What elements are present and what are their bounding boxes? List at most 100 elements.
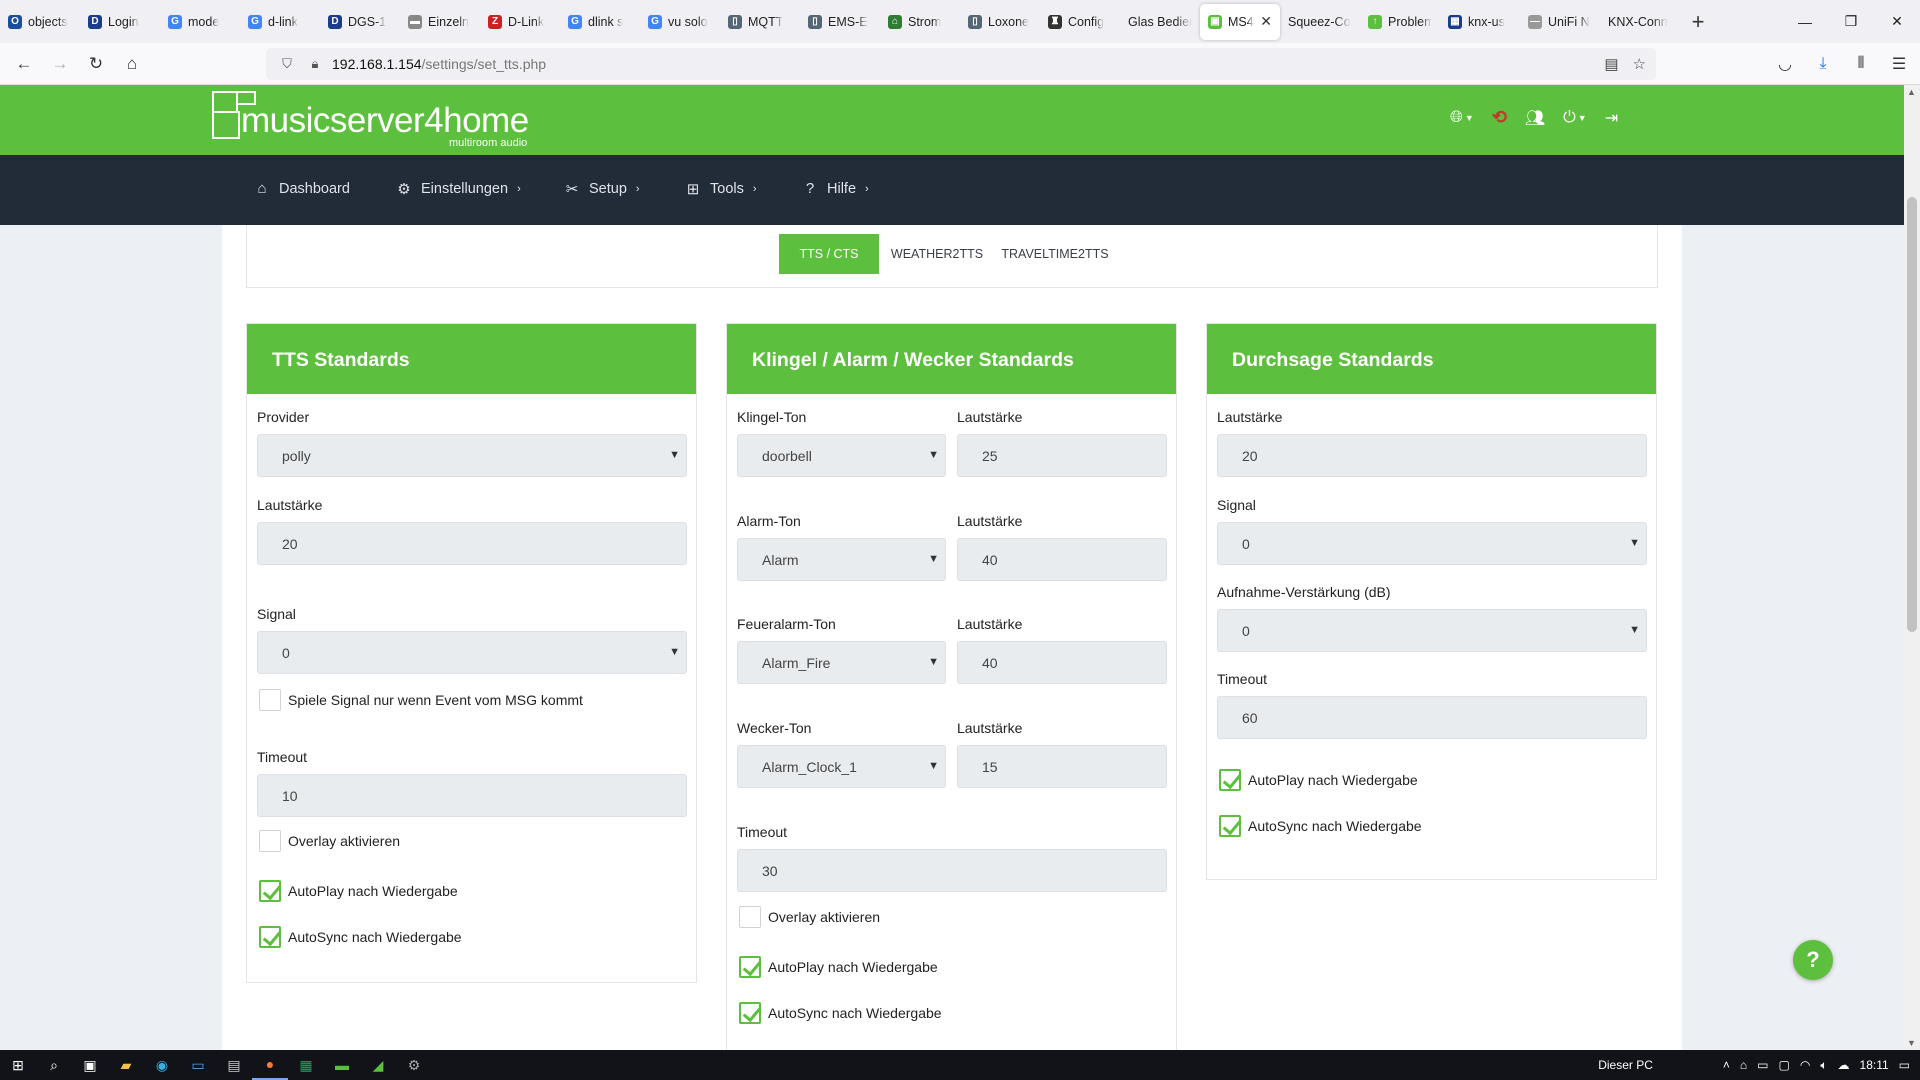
autoplay-checkbox[interactable]: AutoPlay nach Wiedergabe: [739, 956, 938, 978]
browser-tab[interactable]: Gmode: [160, 0, 240, 43]
browser-tab[interactable]: D Login: [80, 0, 160, 43]
forward-icon[interactable]: →: [42, 46, 78, 82]
pocket-icon[interactable]: ◡: [1772, 46, 1798, 82]
browser-tab[interactable]: Squeez-Co: [1280, 0, 1360, 43]
browser-tab[interactable]: Gdlink s: [560, 0, 640, 43]
checkbox-box[interactable]: [259, 830, 281, 852]
clock-alarm-select[interactable]: Alarm_Clock_1 ▼: [737, 745, 946, 788]
checkbox-box[interactable]: [739, 906, 761, 928]
wifi-icon[interactable]: ◠: [1800, 1058, 1810, 1072]
green-app-2-icon[interactable]: ◢: [360, 1050, 396, 1080]
doorbell-select[interactable]: doorbell ▼: [737, 434, 946, 477]
logout-icon[interactable]: ⇥: [1605, 108, 1618, 128]
clock-alarm-volume-input[interactable]: 15: [957, 745, 1167, 788]
announce-signal-select[interactable]: 0 ▼: [1217, 522, 1647, 565]
search-icon[interactable]: ⌕: [36, 1050, 72, 1080]
browser-tab[interactable]: ▣ MS4 ✕: [1200, 3, 1280, 40]
minimize-icon[interactable]: —: [1782, 0, 1828, 43]
browser-tab[interactable]: ▬ Einzeln: [400, 0, 480, 43]
power-icon[interactable]: ⏻ ▼: [1563, 109, 1587, 127]
menu-hilfe[interactable]: ? Hilfe ›: [802, 180, 869, 197]
url-bar[interactable]: ⛉ 🔒︎ 192.168.1.154/settings/set_tts.php …: [266, 48, 1656, 80]
restore-icon[interactable]: ❐: [1828, 0, 1874, 43]
checkbox-box[interactable]: [259, 880, 281, 902]
autoplay-checkbox[interactable]: AutoPlay nach Wiedergabe: [259, 880, 458, 902]
doorbell-volume-input[interactable]: 25: [957, 434, 1167, 477]
tab-tts-cts[interactable]: TTS / CTS: [779, 234, 879, 274]
gain-select[interactable]: 0 ▼: [1217, 609, 1647, 652]
alarm-select[interactable]: Alarm ▼: [737, 538, 946, 581]
windows-start-icon[interactable]: ⊞: [0, 1050, 36, 1080]
scroll-up-icon[interactable]: ▲: [1907, 87, 1916, 97]
alarm-timeout-input[interactable]: 30: [737, 849, 1167, 892]
menu-tools[interactable]: ⊞ Tools ›: [685, 180, 757, 198]
notifications-icon[interactable]: ▭: [1899, 1058, 1910, 1072]
close-window-icon[interactable]: ✕: [1874, 0, 1920, 43]
excel-icon[interactable]: ▦: [288, 1050, 324, 1080]
tts-volume-input[interactable]: 20: [257, 522, 687, 565]
menu-einstellungen[interactable]: ⚙ Einstellungen ›: [396, 180, 520, 198]
firefox-icon[interactable]: ●: [252, 1050, 288, 1080]
browser-tab[interactable]: ⌂ Strom: [880, 0, 960, 43]
scroll-down-icon[interactable]: ▼: [1907, 1038, 1916, 1048]
back-icon[interactable]: ←: [6, 46, 42, 82]
lock-icon[interactable]: 🔒︎: [304, 56, 326, 72]
overlay-checkbox[interactable]: Overlay aktivieren: [259, 830, 400, 852]
scrollbar-thumb[interactable]: [1907, 197, 1917, 632]
remote-desktop-icon[interactable]: ▭: [180, 1050, 216, 1080]
browser-tab[interactable]: D DGS-1: [320, 0, 400, 43]
task-view-icon[interactable]: ▣: [72, 1050, 108, 1080]
checkbox-box[interactable]: [1219, 815, 1241, 837]
browser-tab[interactable]: ▦ knx-us: [1440, 0, 1520, 43]
app-menu-icon[interactable]: ☰: [1886, 46, 1912, 82]
shield-icon[interactable]: ⛉: [276, 56, 298, 72]
browser-tab[interactable]: ▯ Loxone: [960, 0, 1040, 43]
browser-tab[interactable]: Glas Bedien: [1120, 0, 1200, 43]
browser-tab[interactable]: Gd-link: [240, 0, 320, 43]
browser-tab[interactable]: ▯ EMS-E: [800, 0, 880, 43]
checkbox-box[interactable]: [1219, 769, 1241, 791]
battery-icon[interactable]: ▭: [1757, 1058, 1768, 1072]
checkbox-box[interactable]: [259, 689, 281, 711]
tab-traveltime2tts[interactable]: TRAVELTIME2TTS: [995, 234, 1115, 274]
clock-time[interactable]: 18:11: [1860, 1058, 1889, 1072]
taskbar-location[interactable]: Dieser PC: [1598, 1058, 1653, 1072]
green-app-icon[interactable]: ▬: [324, 1050, 360, 1080]
tab-weather2tts[interactable]: WEATHER2TTS: [887, 234, 987, 274]
autosync-checkbox[interactable]: AutoSync nach Wiedergabe: [1219, 815, 1422, 837]
bookmark-star-icon[interactable]: ☆: [1633, 55, 1646, 73]
reload-icon[interactable]: ↻: [78, 46, 114, 82]
close-tab-icon[interactable]: ✕: [1260, 13, 1272, 30]
language-globe-icon[interactable]: 🌐︎ ▼: [1450, 109, 1474, 127]
autosync-checkbox[interactable]: AutoSync nach Wiedergabe: [259, 926, 462, 948]
browser-tab[interactable]: Z D-Link: [480, 0, 560, 43]
download-icon[interactable]: ⤓: [1810, 46, 1836, 82]
home-icon[interactable]: ⌂: [114, 46, 150, 82]
overlay-checkbox[interactable]: Overlay aktivieren: [739, 906, 880, 928]
file-explorer-icon[interactable]: ▰: [108, 1050, 144, 1080]
sync-icon[interactable]: ⟲: [1492, 107, 1507, 128]
browser-tab[interactable]: — UniFi N: [1520, 0, 1600, 43]
chevron-up-icon[interactable]: ˄: [1723, 1058, 1730, 1072]
browser-tab[interactable]: Oobjects: [0, 0, 80, 43]
edge-browser-icon[interactable]: ◉: [144, 1050, 180, 1080]
site-logo-text[interactable]: musicserver4home: [241, 101, 529, 141]
tts-signal-select[interactable]: 0 ▼: [257, 631, 687, 674]
browser-tab[interactable]: ♜ Config: [1040, 0, 1120, 43]
announce-timeout-input[interactable]: 60: [1217, 696, 1647, 739]
app-icon[interactable]: ▤: [216, 1050, 252, 1080]
checkbox-box[interactable]: [739, 956, 761, 978]
network-icon[interactable]: ⌂: [1740, 1058, 1747, 1072]
checkbox-box[interactable]: [739, 1002, 761, 1024]
msg-only-checkbox[interactable]: Spiele Signal nur wenn Event vom MSG kom…: [259, 689, 583, 711]
alarm-volume-input[interactable]: 40: [957, 538, 1167, 581]
page-scrollbar[interactable]: ▲ ▼: [1904, 85, 1920, 1050]
tts-timeout-input[interactable]: 10: [257, 774, 687, 817]
autoplay-checkbox[interactable]: AutoPlay nach Wiedergabe: [1219, 769, 1418, 791]
users-icon[interactable]: 👥︎: [1525, 108, 1545, 128]
settings-app-icon[interactable]: ⚙: [396, 1050, 432, 1080]
autosync-checkbox[interactable]: AutoSync nach Wiedergabe: [739, 1002, 942, 1024]
announce-volume-input[interactable]: 20: [1217, 434, 1647, 477]
browser-tab[interactable]: KNX-Conn: [1600, 0, 1680, 43]
provider-select[interactable]: polly ▼: [257, 434, 687, 477]
